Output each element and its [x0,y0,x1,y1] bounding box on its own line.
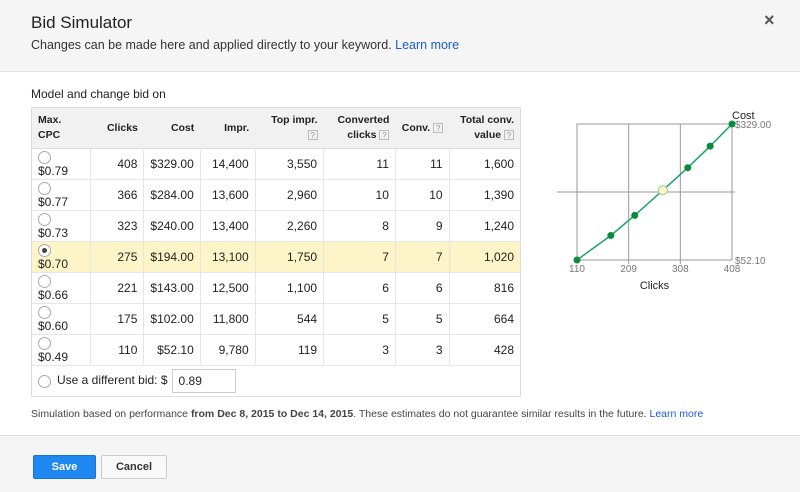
simulation-note: Simulation based on performance from Dec… [31,408,704,420]
selected-data-point [657,185,668,196]
x-axis-label: Clicks [640,280,670,292]
data-point [573,256,581,264]
dialog-footer: Save Cancel [0,435,800,492]
y-tick-label: $52.10 [735,256,766,267]
data-point [607,231,615,239]
data-point [684,164,692,172]
y-axis-label: Cost [732,110,755,122]
save-button[interactable]: Save [33,455,96,479]
note-learn-more-link[interactable]: Learn more [650,408,704,420]
date-range: from Dec 8, 2015 to Dec 14, 2015 [190,408,354,420]
data-point [706,142,714,150]
x-tick-label: 209 [620,264,637,275]
x-tick-label: 110 [569,264,585,275]
cancel-button[interactable]: Cancel [101,455,167,479]
data-point [728,120,736,128]
data-point [631,211,639,219]
x-tick-label: 308 [672,264,689,275]
